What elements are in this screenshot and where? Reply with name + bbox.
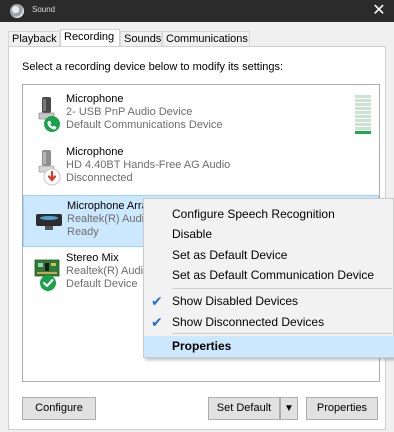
default-check-badge-icon bbox=[40, 275, 56, 291]
device-status: Default Device bbox=[66, 278, 138, 290]
device-status: Default Communications Device bbox=[66, 119, 223, 131]
tab-sounds[interactable]: Sounds bbox=[120, 31, 162, 47]
menu-item-label: Show Disconnected Devices bbox=[172, 315, 325, 329]
device-driver: 2- USB PnP Audio Device bbox=[66, 106, 193, 118]
tab-communications[interactable]: Communications bbox=[162, 31, 250, 47]
device-context-menu: Configure Speech Recognition Disable Set… bbox=[143, 198, 394, 358]
menu-separator bbox=[172, 333, 392, 334]
level-meter bbox=[355, 95, 371, 135]
menu-item-disable[interactable]: Disable bbox=[144, 224, 394, 245]
window-title: Sound bbox=[32, 5, 56, 14]
device-driver: Realtek(R) Audio bbox=[67, 213, 151, 225]
device-row-headset-microphone[interactable]: Microphone HD 4.40BT Hands-Free AG Audio… bbox=[23, 142, 379, 194]
checkmark-icon: ✔ bbox=[151, 314, 163, 330]
menu-item-set-default-device[interactable]: Set as Default Device bbox=[144, 245, 394, 266]
tab-recording[interactable]: Recording bbox=[60, 29, 120, 47]
speaker-app-icon bbox=[10, 4, 24, 18]
title-bar: Sound ✕ bbox=[0, 0, 394, 22]
device-name: Microphone bbox=[66, 146, 124, 158]
disconnected-badge-icon bbox=[43, 168, 61, 186]
device-driver: Realtek(R) Audio bbox=[66, 265, 150, 277]
instruction-text: Select a recording device below to modif… bbox=[22, 61, 284, 73]
microphone-array-icon bbox=[36, 214, 62, 230]
device-name: Microphone Array bbox=[67, 200, 154, 212]
menu-item-properties[interactable]: Properties bbox=[144, 336, 394, 357]
set-default-dropdown-arrow[interactable]: ▼ bbox=[280, 397, 298, 420]
device-driver: HD 4.40BT Hands-Free AG Audio bbox=[66, 159, 231, 171]
device-name: Stereo Mix bbox=[66, 252, 119, 264]
headset-microphone-icon bbox=[38, 150, 61, 186]
menu-item-configure-speech-recognition[interactable]: Configure Speech Recognition bbox=[144, 204, 394, 225]
tab-playback[interactable]: Playback bbox=[8, 31, 60, 47]
device-status: Disconnected bbox=[66, 172, 133, 184]
menu-item-show-disconnected-devices[interactable]: ✔ Show Disconnected Devices bbox=[144, 312, 394, 333]
usb-microphone-icon bbox=[38, 97, 60, 132]
menu-item-set-default-communication-device[interactable]: Set as Default Communication Device bbox=[144, 265, 394, 286]
close-button[interactable]: ✕ bbox=[368, 0, 390, 22]
device-name: Microphone bbox=[66, 93, 124, 105]
configure-button[interactable]: Configure bbox=[22, 397, 96, 420]
properties-button[interactable]: Properties bbox=[306, 397, 378, 420]
phone-badge-icon bbox=[44, 116, 60, 132]
device-row-usb-microphone[interactable]: Microphone 2- USB PnP Audio Device Defau… bbox=[23, 89, 379, 141]
menu-item-label: Show Disabled Devices bbox=[172, 294, 299, 308]
checkmark-icon: ✔ bbox=[151, 293, 163, 309]
menu-item-show-disabled-devices[interactable]: ✔ Show Disabled Devices bbox=[144, 291, 394, 312]
stereo-mix-board-icon bbox=[34, 259, 60, 291]
device-status: Ready bbox=[67, 226, 99, 238]
menu-separator bbox=[172, 288, 392, 289]
set-default-button[interactable]: Set Default bbox=[208, 397, 280, 420]
